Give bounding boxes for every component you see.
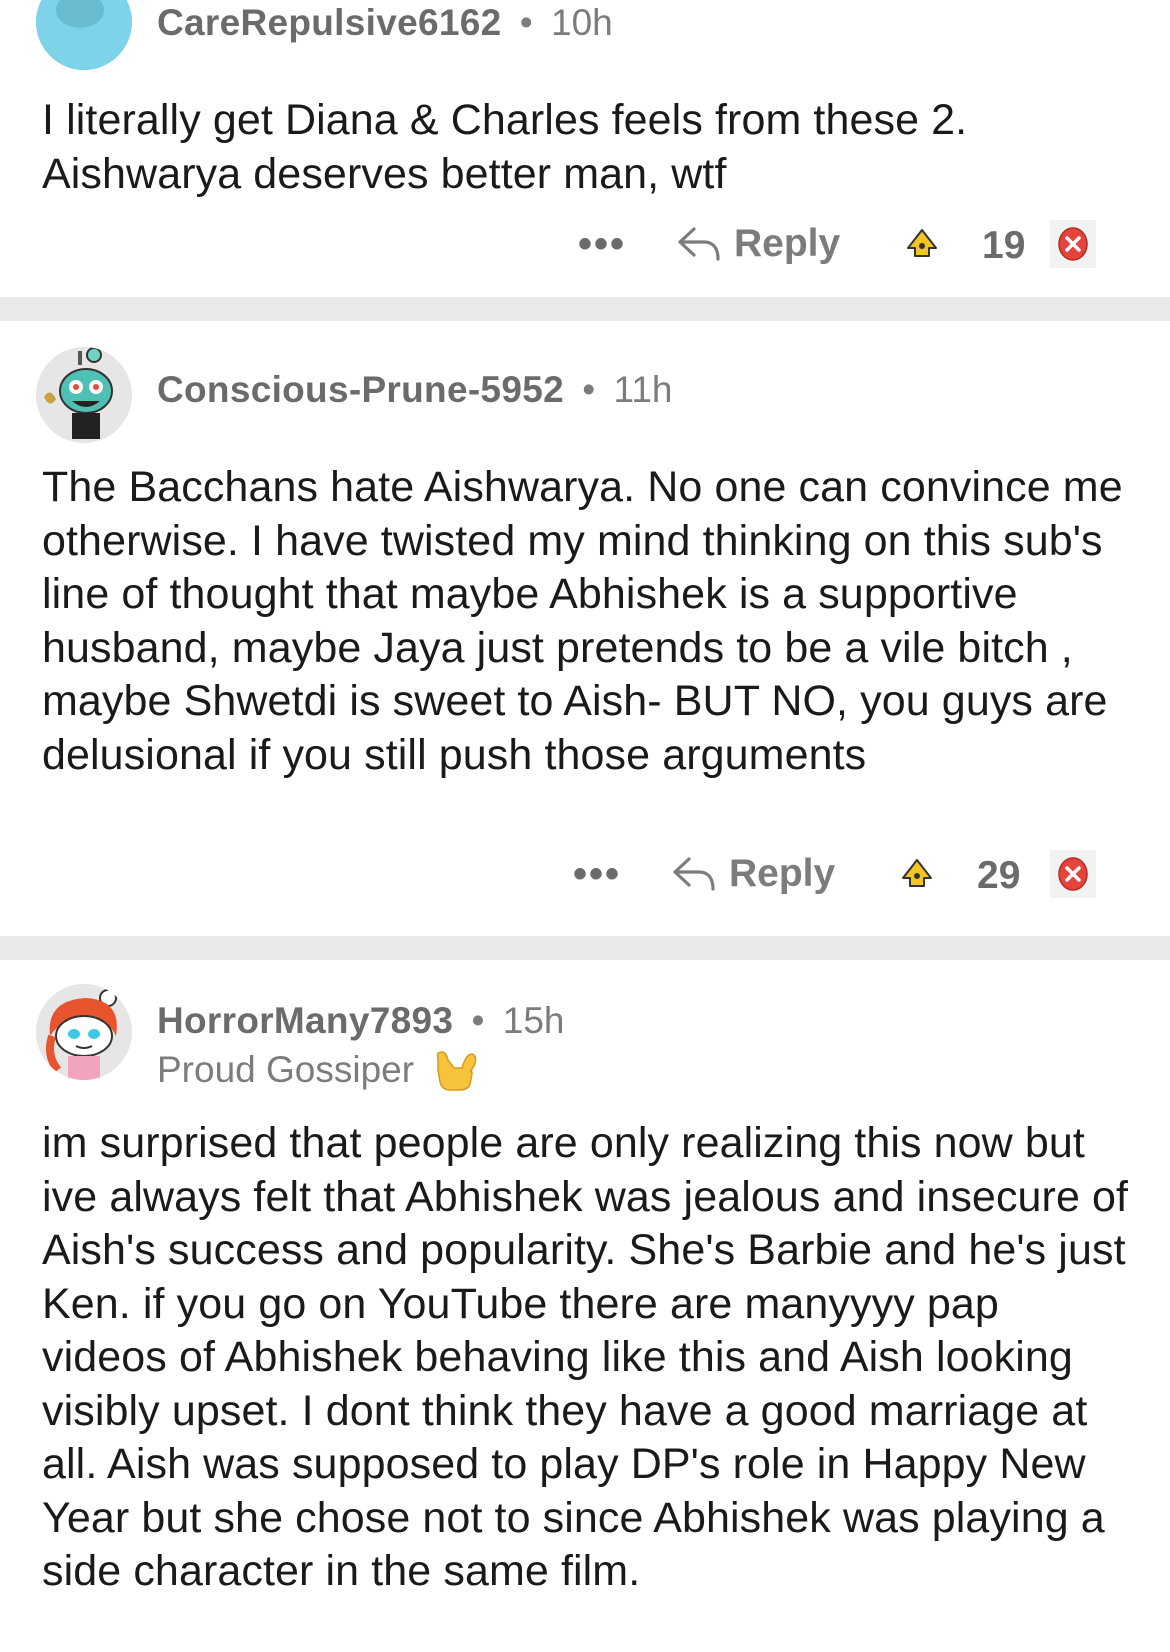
username-link[interactable]: HorrorMany7893	[157, 1000, 453, 1041]
comment-meta: CareRepulsive6162 • 10h	[157, 2, 613, 44]
timestamp: 10h	[551, 2, 613, 43]
vote-score: 29	[977, 854, 1021, 897]
comment-3: HorrorMany7893 • 15h Proud Gossiper im s…	[0, 960, 1170, 1652]
downvote-button[interactable]	[1050, 850, 1096, 898]
reply-arrow-icon	[673, 857, 715, 891]
comment-1: CareRepulsive6162 • 10h I literally get …	[0, 0, 1170, 297]
reply-button[interactable]: Reply	[676, 222, 840, 266]
downvote-button[interactable]	[1050, 220, 1096, 268]
flair-text: Proud Gossiper	[157, 1049, 415, 1090]
meta-separator: •	[471, 1000, 485, 1041]
comment-actions: ••• Reply 19	[0, 214, 1170, 274]
comment-divider	[0, 297, 1170, 321]
comment-divider	[0, 936, 1170, 960]
comment-actions: ••• Reply 29	[0, 844, 1170, 904]
comment-body: The Bacchans hate Aishwarya. No one can …	[42, 463, 1123, 779]
comment-body: im surprised that people are only realiz…	[42, 1119, 1129, 1595]
avatar[interactable]	[36, 984, 132, 1080]
avatar[interactable]	[36, 347, 132, 443]
upvote-button[interactable]	[900, 222, 944, 266]
timestamp: 11h	[613, 369, 673, 410]
upvote-icon	[907, 229, 937, 257]
user-flair: Proud Gossiper	[157, 1044, 480, 1092]
reply-label: Reply	[734, 222, 841, 265]
vote-score: 19	[982, 224, 1026, 267]
avatar[interactable]	[36, 0, 132, 70]
username-link[interactable]: Conscious-Prune-5952	[157, 369, 564, 410]
downvote-x-icon	[1058, 857, 1088, 891]
reply-label: Reply	[729, 852, 836, 895]
comment-meta: HorrorMany7893 • 15h	[157, 1000, 564, 1042]
comment-2: Conscious-Prune-5952 • 11h The Bacchans …	[0, 321, 1170, 936]
reply-button[interactable]: Reply	[671, 852, 835, 896]
timestamp: 15h	[502, 1000, 565, 1041]
meta-separator: •	[519, 2, 533, 43]
reply-arrow-icon	[678, 227, 720, 261]
call-me-hand-emoji	[437, 1051, 477, 1091]
downvote-x-icon	[1058, 227, 1088, 261]
upvote-button[interactable]	[895, 852, 939, 896]
more-options-button[interactable]: •••	[572, 224, 632, 264]
more-options-button[interactable]: •••	[567, 854, 627, 894]
username-link[interactable]: CareRepulsive6162	[157, 2, 501, 43]
upvote-icon	[902, 859, 932, 887]
comment-body: I literally get Diana & Charles feels fr…	[42, 96, 968, 198]
meta-separator: •	[582, 369, 596, 410]
comment-meta: Conscious-Prune-5952 • 11h	[157, 369, 672, 411]
